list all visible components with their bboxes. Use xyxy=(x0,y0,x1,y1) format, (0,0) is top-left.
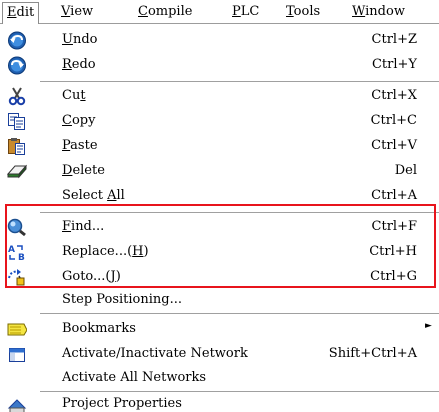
menu-tools[interactable]: Tools xyxy=(286,4,320,22)
undo-icon xyxy=(7,31,27,50)
menu-window[interactable]: Window xyxy=(352,4,405,22)
shortcut-redo: Ctrl+Y xyxy=(371,57,417,72)
menu-item-step-positioning[interactable]: Step Positioning... xyxy=(0,288,439,313)
menu-item-activate-all-networks[interactable]: Activate All Networks xyxy=(0,366,439,391)
submenu-arrow-icon: ► xyxy=(425,321,432,331)
menu-compile[interactable]: Compile xyxy=(138,4,192,22)
menu-item-delete[interactable]: Delete Del xyxy=(0,159,439,184)
separator xyxy=(40,81,439,82)
edit-dropdown-menu: Undo Ctrl+Z Redo Ctrl+Y Cut Ctrl+X Copy … xyxy=(0,24,439,412)
menu-item-paste[interactable]: Paste Ctrl+V xyxy=(0,134,439,159)
menu-bar: Edit View Compile PLC Tools Window xyxy=(0,0,439,25)
redo-icon xyxy=(7,56,27,75)
shortcut-copy: Ctrl+C xyxy=(370,113,417,128)
shortcut-cut: Ctrl+X xyxy=(371,88,417,103)
menu-item-activate-inactivate-network[interactable]: Activate/Inactivate Network Shift+Ctrl+A xyxy=(0,342,439,367)
menu-item-cut[interactable]: Cut Ctrl+X xyxy=(0,84,439,109)
shortcut-delete: Del xyxy=(394,163,417,178)
menu-item-redo[interactable]: Redo Ctrl+Y xyxy=(0,53,439,78)
separator xyxy=(40,313,439,314)
menu-item-copy[interactable]: Copy Ctrl+C xyxy=(0,109,439,134)
menu-item-project-properties[interactable]: Project Properties xyxy=(0,394,439,412)
paste-icon xyxy=(7,137,27,156)
shortcut-activate-network: Shift+Ctrl+A xyxy=(328,346,417,361)
shortcut-undo: Ctrl+Z xyxy=(371,32,417,47)
menu-view[interactable]: View xyxy=(61,4,93,22)
copy-icon xyxy=(7,112,27,131)
menu-plc[interactable]: PLC xyxy=(232,4,259,22)
properties-icon xyxy=(7,396,27,412)
shortcut-select-all: Ctrl+A xyxy=(371,188,417,203)
scissors-icon xyxy=(7,87,27,106)
network-icon xyxy=(7,345,27,364)
menu-item-bookmarks[interactable]: Bookmarks ► xyxy=(0,317,439,342)
menu-edit[interactable]: Edit xyxy=(2,2,40,25)
menu-item-undo[interactable]: Undo Ctrl+Z xyxy=(0,28,439,53)
separator xyxy=(40,391,439,392)
highlight-box xyxy=(5,204,436,288)
bookmark-icon xyxy=(7,320,28,339)
shortcut-paste: Ctrl+V xyxy=(371,138,417,153)
eraser-icon xyxy=(6,162,28,181)
